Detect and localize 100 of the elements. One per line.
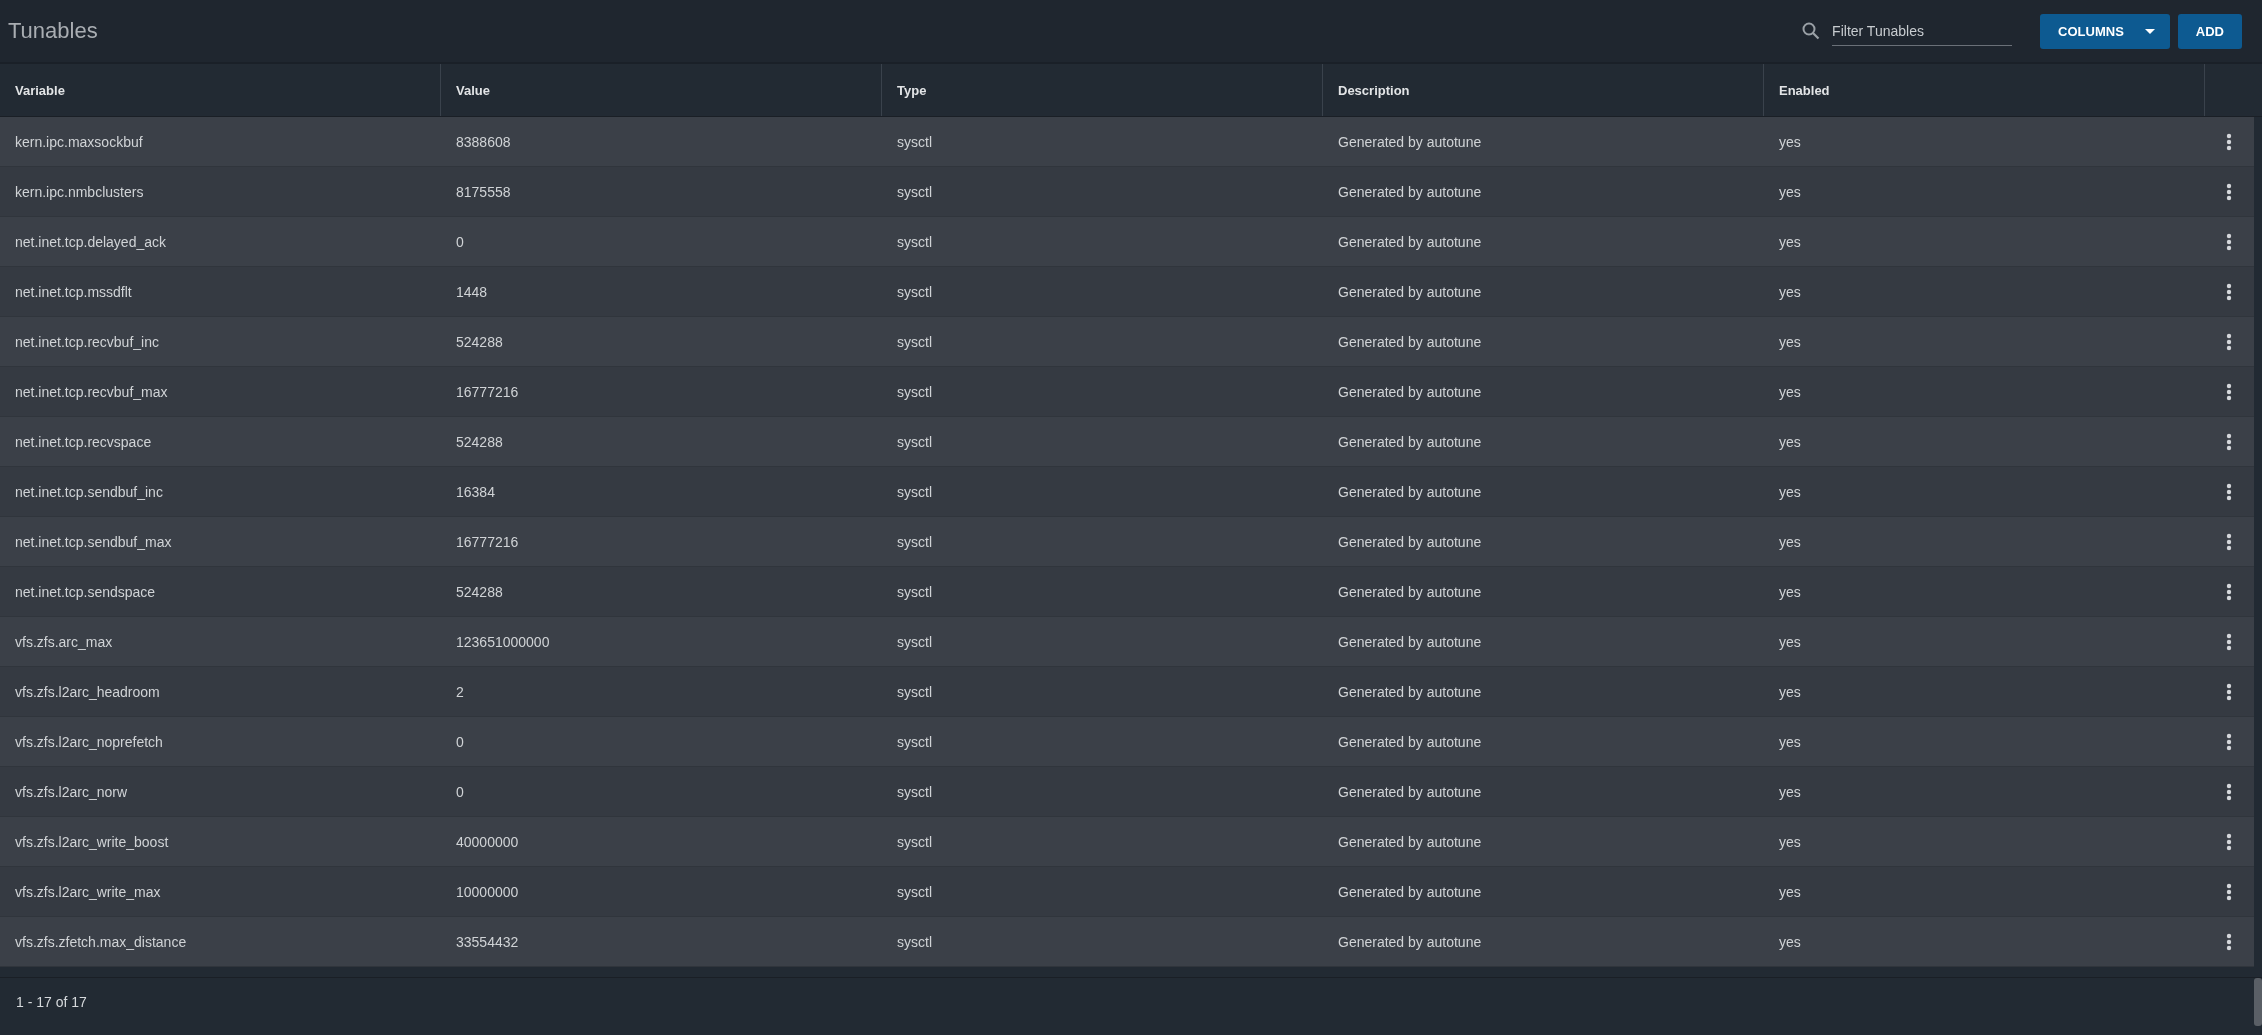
- caret-icon: [2143, 27, 2156, 35]
- table-cell: Generated by autotune: [1338, 383, 1482, 400]
- table-cell: 8388608: [456, 133, 511, 150]
- table-cell: sysctl: [897, 733, 932, 750]
- more-options-icon[interactable]: [2226, 182, 2232, 201]
- table-cell: Generated by autotune: [1338, 433, 1482, 450]
- table-cell: vfs.zfs.l2arc_norw: [15, 783, 128, 800]
- more-options-icon[interactable]: [2226, 482, 2232, 501]
- table-cell: sysctl: [897, 933, 932, 950]
- table-cell: Generated by autotune: [1338, 833, 1482, 850]
- table-cell: Generated by autotune: [1338, 783, 1482, 800]
- table-cell: Generated by autotune: [1338, 333, 1482, 350]
- table-cell: 524288: [456, 333, 503, 350]
- table-cell: 2: [456, 683, 464, 700]
- table-cell: 524288: [456, 583, 503, 600]
- table-cell: 0: [456, 733, 464, 750]
- more-options-icon[interactable]: [2226, 632, 2232, 651]
- table-cell: sysctl: [897, 233, 932, 250]
- more-options-icon[interactable]: [2226, 682, 2232, 701]
- table-cell: 0: [456, 783, 464, 800]
- table-cell: net.inet.tcp.recvbuf_max: [15, 383, 168, 400]
- table-cell: sysctl: [897, 883, 932, 900]
- table-cell: net.inet.tcp.mssdflt: [15, 283, 132, 300]
- more-options-icon[interactable]: [2226, 732, 2232, 751]
- more-options-icon[interactable]: [2226, 582, 2232, 601]
- table-cell: yes: [1779, 933, 1801, 950]
- table-cell: yes: [1779, 733, 1801, 750]
- table-cell: yes: [1779, 633, 1801, 650]
- more-options-icon[interactable]: [2226, 932, 2232, 951]
- table-cell: net.inet.tcp.delayed_ack: [15, 233, 166, 250]
- table-cell: 33554432: [456, 933, 519, 950]
- table-cell: vfs.zfs.l2arc_write_max: [15, 883, 161, 900]
- table-cell: yes: [1779, 183, 1801, 200]
- table-cell: 123651000000: [456, 633, 550, 650]
- table-cell: sysctl: [897, 133, 932, 150]
- table-cell: sysctl: [897, 333, 932, 350]
- more-options-icon[interactable]: [2226, 382, 2232, 401]
- table-cell: 8175558: [456, 183, 511, 200]
- column-header[interactable]: Enabled: [1764, 64, 2205, 116]
- table-cell: 16777216: [456, 383, 519, 400]
- table-cell: vfs.zfs.l2arc_noprefetch: [15, 733, 163, 750]
- table-cell: yes: [1779, 533, 1801, 550]
- table-cell: sysctl: [897, 633, 932, 650]
- more-options-icon[interactable]: [2226, 132, 2232, 151]
- table-cell: Generated by autotune: [1338, 633, 1482, 650]
- table-cell: yes: [1779, 483, 1801, 500]
- filter-field[interactable]: Filter Tunables: [1832, 16, 2013, 46]
- search-icon: [1802, 22, 1821, 40]
- table-cell: sysctl: [897, 483, 932, 500]
- table-cell: yes: [1779, 833, 1801, 850]
- page-title: Tunables: [8, 18, 98, 44]
- table-cell: yes: [1779, 433, 1801, 450]
- table-cell: yes: [1779, 583, 1801, 600]
- table-cell: net.inet.tcp.recvbuf_inc: [15, 333, 159, 350]
- table-cell: Generated by autotune: [1338, 533, 1482, 550]
- more-options-icon[interactable]: [2226, 782, 2232, 801]
- table-cell: yes: [1779, 233, 1801, 250]
- table-cell: sysctl: [897, 583, 932, 600]
- table-cell: sysctl: [897, 683, 932, 700]
- columns-button[interactable]: COLUMNS: [2040, 13, 2170, 49]
- table-cell: yes: [1779, 333, 1801, 350]
- table-cell: 16384: [456, 483, 495, 500]
- table-cell: yes: [1779, 883, 1801, 900]
- more-options-icon[interactable]: [2226, 282, 2232, 301]
- table-cell: vfs.zfs.l2arc_write_boost: [15, 833, 169, 850]
- table-cell: Generated by autotune: [1338, 483, 1482, 500]
- table-cell: Generated by autotune: [1338, 683, 1482, 700]
- table-cell: sysctl: [897, 283, 932, 300]
- table-cell: Generated by autotune: [1338, 233, 1482, 250]
- table-cell: sysctl: [897, 783, 932, 800]
- add-button[interactable]: ADD: [2177, 13, 2242, 49]
- table-cell: sysctl: [897, 833, 932, 850]
- column-header[interactable]: Value: [441, 64, 882, 116]
- table-cell: Generated by autotune: [1338, 583, 1482, 600]
- table-cell: 1448: [456, 283, 488, 300]
- table-cell: 0: [456, 233, 464, 250]
- table-cell: Generated by autotune: [1338, 883, 1482, 900]
- more-options-icon[interactable]: [2226, 432, 2232, 451]
- more-options-icon[interactable]: [2226, 882, 2232, 901]
- table-cell: yes: [1779, 783, 1801, 800]
- column-header[interactable]: Variable: [0, 64, 441, 116]
- table-cell: 16777216: [456, 533, 519, 550]
- table-cell: vfs.zfs.arc_max: [15, 633, 113, 650]
- table-cell: Generated by autotune: [1338, 933, 1482, 950]
- column-header[interactable]: Type: [882, 64, 1323, 116]
- more-options-icon[interactable]: [2226, 832, 2232, 851]
- table-cell: yes: [1779, 283, 1801, 300]
- table-cell: Generated by autotune: [1338, 183, 1482, 200]
- table-cell: vfs.zfs.zfetch.max_distance: [15, 933, 187, 950]
- table-cell: yes: [1779, 133, 1801, 150]
- column-header[interactable]: Description: [1323, 64, 1764, 116]
- table-cell: Generated by autotune: [1338, 133, 1482, 150]
- scrollbar-thumb[interactable]: [2254, 978, 2262, 1026]
- table-cell: sysctl: [897, 383, 932, 400]
- table-cell: net.inet.tcp.sendbuf_inc: [15, 483, 163, 500]
- table-cell: Generated by autotune: [1338, 733, 1482, 750]
- more-options-icon[interactable]: [2226, 232, 2232, 251]
- more-options-icon[interactable]: [2226, 532, 2232, 551]
- more-options-icon[interactable]: [2226, 332, 2232, 351]
- table-cell: 40000000: [456, 833, 519, 850]
